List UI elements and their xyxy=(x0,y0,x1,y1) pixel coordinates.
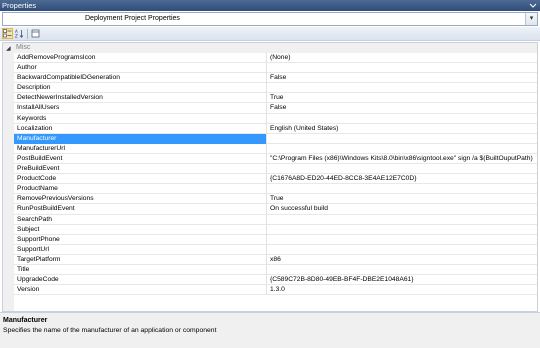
property-row[interactable]: Description xyxy=(14,83,537,94)
property-name[interactable]: Localization xyxy=(14,123,267,134)
description-text: Specifies the name of the manufacturer o… xyxy=(3,327,217,334)
property-name[interactable]: BackwardCompatibleIDGeneration xyxy=(14,73,267,84)
property-name[interactable]: SupportPhone xyxy=(14,234,267,245)
property-row[interactable]: Version 1.3.0 xyxy=(14,285,537,296)
property-value[interactable] xyxy=(268,144,537,154)
property-row[interactable]: Manufacturer xyxy=(14,133,537,144)
property-name[interactable]: ManufacturerUrl xyxy=(14,143,267,154)
property-row[interactable]: SupportUrl xyxy=(14,244,537,255)
property-value[interactable]: "C:\Program Files (x86)\Windows Kits\8.0… xyxy=(268,154,537,164)
property-pages-icon xyxy=(31,29,40,38)
property-name[interactable]: SearchPath xyxy=(14,214,267,225)
property-value[interactable]: {C1676A8D-ED20-44ED-8CC8-3E4AE12E7C0D} xyxy=(268,174,537,184)
property-value[interactable] xyxy=(268,134,537,144)
property-name[interactable]: Subject xyxy=(14,224,267,235)
property-name[interactable]: TargetPlatform xyxy=(14,254,267,265)
property-value[interactable] xyxy=(268,63,537,73)
property-name[interactable]: Keywords xyxy=(14,113,267,124)
window-options-icon[interactable] xyxy=(529,0,537,11)
property-row[interactable]: PostBuildEvent "C:\Program Files (x86)\Wi… xyxy=(14,153,537,165)
toolbar-separator xyxy=(27,29,28,39)
property-name[interactable]: SupportUrl xyxy=(14,244,267,255)
property-name[interactable]: ProductName xyxy=(14,184,267,195)
property-row[interactable]: Subject xyxy=(14,224,537,235)
property-row[interactable]: ManufacturerUrl xyxy=(14,143,537,154)
property-value[interactable] xyxy=(268,184,537,194)
property-value[interactable]: True xyxy=(268,194,537,204)
property-value[interactable] xyxy=(268,83,537,93)
property-name[interactable]: Manufacturer xyxy=(14,133,267,144)
property-value[interactable] xyxy=(268,265,537,275)
description-pane: Manufacturer Specifies the name of the m… xyxy=(0,312,540,348)
property-row[interactable]: InstallAllUsers False xyxy=(14,103,537,114)
property-row[interactable]: RemovePreviousVersions True xyxy=(14,194,537,205)
category-row-misc[interactable]: ◢ Misc xyxy=(3,43,537,53)
property-name[interactable]: Version xyxy=(14,285,267,296)
property-value[interactable]: False xyxy=(268,73,537,83)
property-row[interactable]: Title xyxy=(14,264,537,276)
property-value[interactable]: 1.3.0 xyxy=(268,285,537,295)
property-rows: AddRemoveProgramsIcon (None) Author Backwar… xyxy=(14,53,537,296)
property-name[interactable]: PostBuildEvent xyxy=(14,153,267,164)
chevron-down-icon[interactable]: ▾ xyxy=(525,13,537,25)
svg-text:Z: Z xyxy=(15,34,18,39)
property-name[interactable]: Author xyxy=(14,63,267,74)
property-value[interactable] xyxy=(268,114,537,124)
property-pages-button[interactable] xyxy=(30,28,41,39)
property-name[interactable]: RemovePreviousVersions xyxy=(14,194,267,205)
property-value[interactable]: On successful build xyxy=(268,204,537,214)
property-row[interactable]: ProductName xyxy=(14,184,537,195)
property-row[interactable]: BackwardCompatibleIDGeneration False xyxy=(14,73,537,84)
property-value[interactable] xyxy=(268,225,537,235)
property-grid: ◢ Misc AddRemoveProgramsIcon (None) Author… xyxy=(2,42,538,312)
alphabetical-button[interactable]: A Z xyxy=(14,28,25,39)
property-row[interactable]: ProductCode {C1676A8D-ED20-44ED-8CC8-3E4A… xyxy=(14,174,537,185)
categorized-icon xyxy=(3,29,12,38)
property-row[interactable]: SearchPath xyxy=(14,214,537,225)
property-name[interactable]: DetectNewerInstalledVersion xyxy=(14,93,267,104)
property-name[interactable]: UpgradeCode xyxy=(14,275,267,286)
window-title: Properties xyxy=(2,1,37,10)
window-title-bar: Properties xyxy=(0,0,540,11)
object-selector-value: Deployment Project Properties xyxy=(85,15,180,22)
property-value[interactable]: {C589C72B-8D80-49EB-BF4F-DBE2E1048A61} xyxy=(268,275,537,285)
property-grid-gutter xyxy=(3,43,14,311)
property-value[interactable] xyxy=(268,235,537,245)
property-value[interactable]: English (United States) xyxy=(268,124,537,134)
object-selector-dropdown[interactable]: Deployment Project Properties ▾ xyxy=(2,12,538,26)
property-row[interactable]: PreBuildEvent xyxy=(14,164,537,175)
property-row[interactable]: TargetPlatform x86 xyxy=(14,254,537,265)
categorized-button[interactable] xyxy=(2,28,13,39)
property-row[interactable]: Localization English (United States) xyxy=(14,123,537,134)
collapse-toggle-icon[interactable]: ◢ xyxy=(6,45,11,52)
property-row[interactable]: DetectNewerInstalledVersion True xyxy=(14,93,537,104)
property-row[interactable]: Author xyxy=(14,63,537,74)
property-row[interactable]: Keywords xyxy=(14,113,537,124)
property-value[interactable] xyxy=(268,164,537,174)
property-row[interactable]: RunPostBuildEvent On successful build xyxy=(14,204,537,215)
property-row[interactable]: SupportPhone xyxy=(14,234,537,245)
property-value[interactable]: True xyxy=(268,93,537,103)
description-title: Manufacturer xyxy=(3,317,48,324)
property-name[interactable]: AddRemoveProgramsIcon xyxy=(14,53,267,63)
property-name[interactable]: RunPostBuildEvent xyxy=(14,204,267,215)
property-name[interactable]: ProductCode xyxy=(14,174,267,185)
property-value[interactable]: (None) xyxy=(268,53,537,63)
property-value[interactable]: x86 xyxy=(268,255,537,265)
category-label: Misc xyxy=(16,44,31,51)
property-name[interactable]: PreBuildEvent xyxy=(14,164,267,175)
property-name[interactable]: Description xyxy=(14,83,267,94)
property-value[interactable]: False xyxy=(268,103,537,113)
alphabetical-icon: A Z xyxy=(15,29,24,38)
property-name[interactable]: Title xyxy=(14,264,267,275)
property-value[interactable] xyxy=(268,245,537,255)
properties-toolbar: A Z xyxy=(0,27,540,41)
property-name[interactable]: InstallAllUsers xyxy=(14,103,267,114)
property-row[interactable]: AddRemoveProgramsIcon (None) xyxy=(14,53,537,64)
property-row[interactable]: UpgradeCode {C589C72B-8D80-49EB-BF4F-DBE2… xyxy=(14,275,537,286)
property-value[interactable] xyxy=(268,215,537,225)
